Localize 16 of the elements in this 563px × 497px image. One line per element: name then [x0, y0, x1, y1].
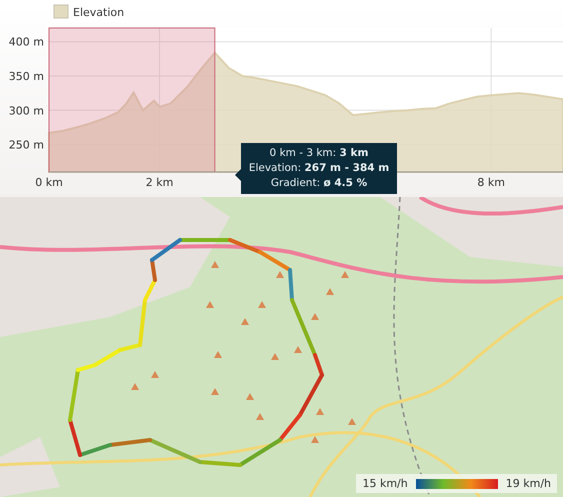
- tooltip-text: Gradient: ø 4.5 %: [270, 176, 368, 191]
- y-axis-label: 400 m: [8, 36, 44, 49]
- tooltip-text: 0 km - 3 km: 3 km: [270, 146, 368, 161]
- tooltip-text: Elevation: 267 m - 384 m: [248, 161, 390, 176]
- speed-max-label: 19 km/h: [506, 477, 551, 490]
- x-axis-label: 0 km: [35, 176, 63, 189]
- x-axis-label: 8 km: [477, 176, 505, 189]
- x-axis-label: 2 km: [146, 176, 174, 189]
- selection-band[interactable]: [48, 28, 216, 172]
- map-drawing[interactable]: [0, 197, 563, 497]
- y-axis-label: 300 m: [8, 104, 44, 118]
- y-axis-label: 350 m: [8, 70, 44, 83]
- legend-swatch-icon: [54, 4, 68, 18]
- legend-label: Elevation: [73, 6, 124, 19]
- y-axis-label: 250 m: [8, 138, 44, 152]
- speed-min-label: 15 km/h: [362, 477, 408, 490]
